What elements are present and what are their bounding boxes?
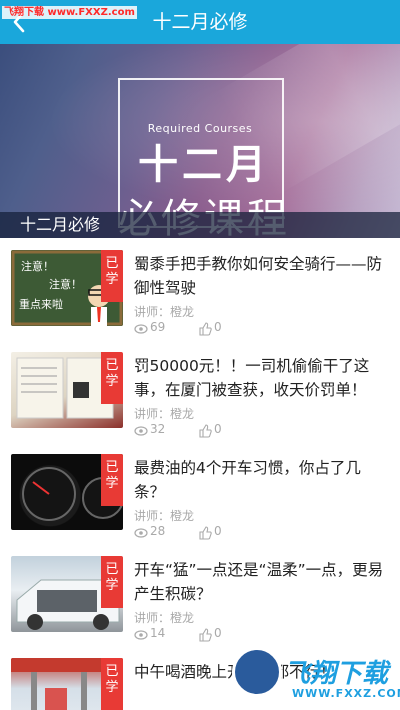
course-title: 开车“猛”一点还是“温柔”一点，更易产生积碳？ bbox=[134, 561, 384, 603]
teacher-name: 讲师：橙龙 bbox=[134, 305, 195, 319]
course-title: 罚50000元！！一司机偷偷干了这事，在厦门被查获，收天价罚单！ bbox=[134, 357, 370, 399]
course-stats: 28 0 bbox=[134, 524, 386, 540]
course-thumbnail: 已学 bbox=[11, 658, 123, 710]
course-thumbnail: 已学 bbox=[11, 556, 123, 632]
learned-badge: 已学 bbox=[101, 556, 123, 608]
view-count: 69 bbox=[150, 320, 166, 334]
thumbs-up-icon[interactable] bbox=[198, 322, 212, 336]
site-watermark-logo: 飞翔下载 WWW.FXXZ.COM bbox=[232, 647, 400, 710]
watermark-url: WWW.FXXZ.COM bbox=[292, 687, 400, 700]
course-banner: Required Courses 十二月 必修课程 bbox=[0, 44, 400, 238]
banner-title-line1: 十二月 bbox=[138, 142, 270, 188]
course-stats: 69 0 bbox=[134, 320, 386, 336]
like-count: 0 bbox=[214, 524, 222, 538]
top-bar: 十二月必修 飞翔下载 www.FXXZ.com bbox=[0, 0, 400, 44]
view-count: 28 bbox=[150, 524, 166, 538]
site-watermark: 飞翔下载 www.FXXZ.com bbox=[2, 6, 137, 19]
eye-icon bbox=[134, 426, 148, 436]
like-count: 0 bbox=[214, 422, 222, 436]
teacher-name: 讲师：橙龙 bbox=[134, 407, 195, 421]
thumbs-up-icon[interactable] bbox=[198, 424, 212, 438]
course-title: 最费油的4个开车习惯，你占了几条？ bbox=[134, 459, 361, 501]
course-title: 蜀黍手把手教你如何安全骑行——防御性驾驶 bbox=[134, 255, 383, 297]
course-stats: 14 0 bbox=[134, 626, 386, 642]
learned-badge: 已学 bbox=[101, 352, 123, 404]
list-item[interactable]: 已学 开车“猛”一点还是“温柔”一点，更易产生积碳？ 讲师：橙龙 14 0 bbox=[0, 544, 400, 646]
like-count: 0 bbox=[214, 320, 222, 334]
list-item[interactable]: 已学 罚50000元！！一司机偷偷干了这事，在厦门被查获，收天价罚单！ 讲师：橙… bbox=[0, 340, 400, 442]
thumb-text-3: 重点来啦 bbox=[19, 298, 63, 311]
learned-badge: 已学 bbox=[101, 454, 123, 506]
thumbs-up-icon[interactable] bbox=[198, 526, 212, 540]
eye-icon bbox=[134, 528, 148, 538]
thumb-text-1: 注意！ bbox=[21, 260, 54, 273]
thumbs-up-icon[interactable] bbox=[198, 628, 212, 642]
course-thumbnail: 已学 bbox=[11, 352, 123, 428]
section-header: 十二月必修 bbox=[0, 212, 400, 238]
teacher-name: 讲师：橙龙 bbox=[134, 611, 195, 625]
teacher-name: 讲师：橙龙 bbox=[134, 509, 195, 523]
section-title: 十二月必修 bbox=[20, 215, 101, 234]
course-stats: 32 0 bbox=[134, 422, 386, 438]
view-count: 14 bbox=[150, 626, 166, 640]
watermark-brand: 飞翔下载 bbox=[284, 659, 389, 689]
learned-badge: 已学 bbox=[101, 658, 123, 710]
watermark-badge-icon bbox=[232, 647, 282, 697]
eye-icon bbox=[134, 324, 148, 334]
course-thumbnail: 注意！ 注意！ 重点来啦 已学 bbox=[11, 250, 123, 326]
thumb-text-2: 注意！ bbox=[49, 278, 82, 291]
list-item[interactable]: 已学 最费油的4个开车习惯，你占了几条？ 讲师：橙龙 28 0 bbox=[0, 442, 400, 544]
view-count: 32 bbox=[150, 422, 166, 436]
course-thumbnail: 已学 bbox=[11, 454, 123, 530]
eye-icon bbox=[134, 630, 148, 640]
list-item[interactable]: 注意！ 注意！ 重点来啦 已学 蜀黍手把手教你如何安全骑行——防御性驾驶 讲师：… bbox=[0, 238, 400, 340]
learned-badge: 已学 bbox=[101, 250, 123, 302]
like-count: 0 bbox=[214, 626, 222, 640]
